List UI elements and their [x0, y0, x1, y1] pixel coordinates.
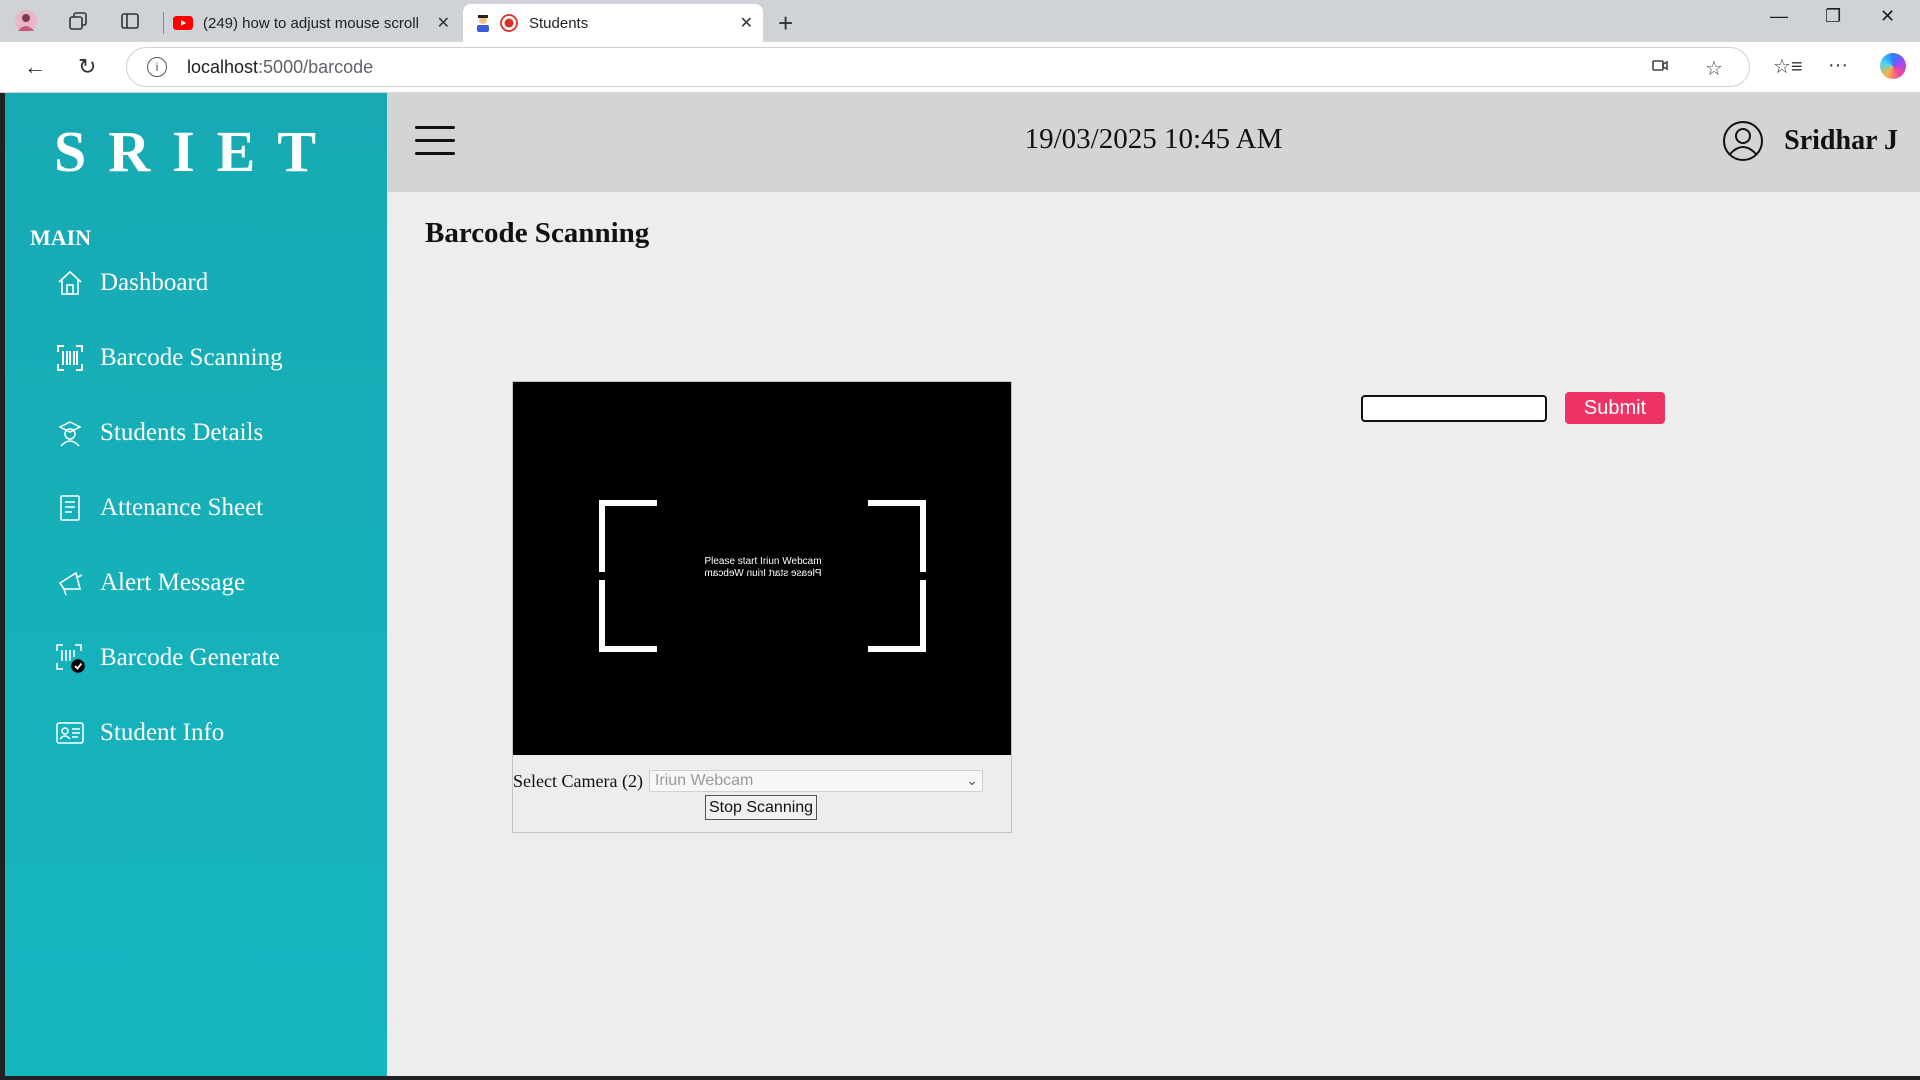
profile-avatar-icon[interactable]: [14, 9, 38, 33]
camera-indicator-icon[interactable]: [1651, 56, 1669, 80]
sidebar-item-label: Barcode Scanning: [100, 344, 283, 371]
camera-select-label: Select Camera (2): [513, 770, 643, 791]
close-window-button[interactable]: ✕: [1880, 6, 1895, 27]
sidebar-item-barcode-scanning[interactable]: Barcode Scanning: [55, 338, 283, 378]
sidebar-item-student-info[interactable]: Student Info: [55, 713, 224, 753]
sidebar-item-alert-message[interactable]: Alert Message: [55, 563, 245, 603]
stop-scanning-button[interactable]: Stop Scanning: [705, 795, 818, 820]
refresh-icon[interactable]: ↻: [78, 54, 96, 80]
vertical-tabs-icon[interactable]: [118, 9, 142, 33]
sidebar-item-label: Students Details: [100, 419, 264, 446]
workspaces-icon[interactable]: [66, 9, 90, 33]
recording-icon: [500, 14, 518, 32]
logo: SRIET: [53, 119, 339, 184]
scan-frame-corner: [599, 580, 657, 652]
browser-tab-bar: (249) how to adjust mouse scroll ✕ Stude…: [0, 0, 1920, 42]
sidebar-item-attenance-sheet[interactable]: Attenance Sheet: [55, 488, 263, 528]
barcode-input[interactable]: [1361, 395, 1547, 422]
video-message: Please start Iriun Webcam Please start I…: [704, 556, 822, 579]
sidebar: SRIET MAIN Dashboard Barcode Scanning St…: [5, 93, 387, 1076]
header-bar: 19/03/2025 10:45 AM Sridhar J: [387, 93, 1920, 192]
sidebar-item-barcode-generate[interactable]: Barcode Generate: [55, 638, 280, 678]
student-icon: [55, 418, 85, 448]
user-profile[interactable]: Sridhar J: [1722, 120, 1898, 162]
tab-title: Students: [529, 14, 589, 32]
user-name: Sridhar J: [1784, 125, 1898, 156]
tab-separator: [163, 12, 164, 34]
sheet-icon: [55, 493, 85, 523]
sidebar-item-label: Attenance Sheet: [100, 494, 264, 521]
favorite-star-icon[interactable]: ☆: [1705, 56, 1723, 81]
sidebar-item-label: Alert Message: [100, 569, 246, 596]
home-icon: [55, 268, 85, 298]
header-datetime: 19/03/2025 10:45 AM: [1024, 123, 1283, 155]
app-root: SRIET MAIN Dashboard Barcode Scanning St…: [5, 93, 1920, 1076]
tab-youtube[interactable]: (249) how to adjust mouse scroll ✕: [165, 4, 460, 42]
barcode-scan-icon: [55, 343, 85, 373]
new-tab-button[interactable]: +: [778, 8, 793, 39]
camera-select-row: Select Camera (2) Iriun Webcam ⌄: [513, 770, 1011, 792]
user-avatar-icon: [1723, 121, 1764, 161]
close-tab-icon[interactable]: ✕: [740, 13, 753, 33]
minimize-button[interactable]: —: [1770, 6, 1788, 27]
url-text[interactable]: localhost:5000/barcode: [187, 57, 373, 78]
camera-select[interactable]: Iriun Webcam ⌄: [648, 770, 983, 792]
student-favicon-icon: [477, 15, 489, 32]
tab-students[interactable]: Students ✕: [463, 4, 763, 42]
camera-video-feed: Please start Iriun Webcam Please start I…: [513, 382, 1011, 755]
megaphone-icon: [55, 568, 85, 598]
section-label: MAIN: [30, 225, 92, 250]
close-tab-icon[interactable]: ✕: [437, 13, 450, 33]
scan-frame-corner: [868, 500, 926, 572]
copilot-icon[interactable]: [1880, 53, 1906, 79]
barcode-scanner-panel: Please start Iriun Webcam Please start I…: [512, 381, 1012, 833]
barcode-generate-icon: [55, 643, 85, 673]
tab-title: (249) how to adjust mouse scroll: [203, 14, 419, 32]
sidebar-item-dashboard[interactable]: Dashboard: [55, 263, 208, 303]
chevron-down-icon: ⌄: [966, 772, 978, 788]
more-options-icon[interactable]: ···: [1828, 54, 1848, 77]
scan-frame-corner: [599, 500, 657, 572]
sidebar-item-label: Dashboard: [100, 269, 209, 296]
page-title: Barcode Scanning: [425, 217, 650, 249]
site-info-icon[interactable]: i: [147, 57, 167, 77]
id-card-icon: [55, 718, 85, 748]
submit-button[interactable]: Submit: [1565, 392, 1665, 424]
address-bar[interactable]: i localhost:5000/barcode ☆: [126, 47, 1750, 87]
restore-button[interactable]: ❐: [1825, 6, 1841, 27]
back-icon[interactable]: ←: [24, 54, 46, 80]
sidebar-item-label: Barcode Generate: [100, 644, 280, 671]
sidebar-item-students-details[interactable]: Students Details: [55, 413, 263, 453]
sidebar-item-label: Student Info: [100, 719, 225, 746]
address-toolbar: ← ↻ i localhost:5000/barcode ☆ ☆≡ ···: [0, 42, 1920, 93]
scan-frame-corner: [868, 580, 926, 652]
youtube-icon: [173, 16, 193, 30]
favorites-icon[interactable]: ☆≡: [1773, 54, 1803, 79]
